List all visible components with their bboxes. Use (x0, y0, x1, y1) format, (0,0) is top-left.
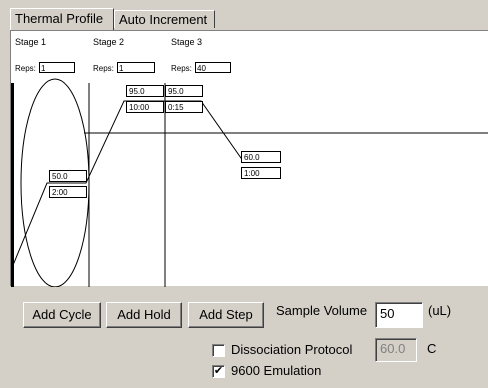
add-cycle-button[interactable]: Add Cycle (23, 302, 101, 328)
dissociation-temp-unit: C (427, 341, 437, 356)
dissociation-protocol-label: Dissociation Protocol (231, 342, 353, 357)
add-step-button[interactable]: Add Step (188, 302, 264, 328)
sample-volume-label: Sample Volume (276, 303, 368, 318)
dissociation-temp-input[interactable]: 60.0 (375, 338, 417, 362)
step1-time-input[interactable]: 2:00 (49, 186, 87, 198)
step2-time-input[interactable]: 10:00 (126, 101, 164, 113)
dissociation-protocol-checkbox[interactable] (212, 344, 225, 357)
step3-time-input[interactable]: 0:15 (165, 101, 203, 113)
step1-temp-input[interactable]: 50.0 (49, 170, 87, 182)
stage3-reps-input[interactable]: 40 (195, 62, 231, 73)
checkmark-icon: ✔ (213, 365, 224, 377)
step4-temp-input[interactable]: 60.0 (241, 151, 281, 163)
step4-time-input[interactable]: 1:00 (241, 167, 281, 179)
sample-volume-unit: (uL) (428, 303, 452, 318)
thermal-profile-plot: Stage 1 Stage 2 Stage 3 Reps: 1 Reps: 1 … (10, 30, 488, 287)
emulation-9600-label: 9600 Emulation (231, 363, 322, 378)
stage1-label: Stage 1 (15, 37, 47, 47)
step2-temp-input[interactable]: 95.0 (126, 85, 164, 97)
stage3-reps-label: Reps: (171, 64, 192, 73)
stage1-reps-label: Reps: (15, 64, 36, 73)
stage1-reps-input[interactable]: 1 (39, 62, 75, 73)
stage2-label: Stage 2 (93, 37, 125, 47)
add-hold-button[interactable]: Add Hold (106, 302, 182, 328)
emulation-9600-checkbox[interactable]: ✔ (212, 365, 225, 378)
stage2-reps-input[interactable]: 1 (117, 62, 155, 73)
sample-volume-input[interactable]: 50 (375, 302, 423, 328)
stage2-reps-label: Reps: (93, 64, 114, 73)
stage3-label: Stage 3 (171, 37, 203, 47)
plot-left-axis (11, 83, 14, 287)
tab-auto-increment[interactable]: Auto Increment (114, 10, 215, 28)
step3-temp-input[interactable]: 95.0 (165, 85, 203, 97)
tab-thermal-profile[interactable]: Thermal Profile (10, 8, 114, 30)
